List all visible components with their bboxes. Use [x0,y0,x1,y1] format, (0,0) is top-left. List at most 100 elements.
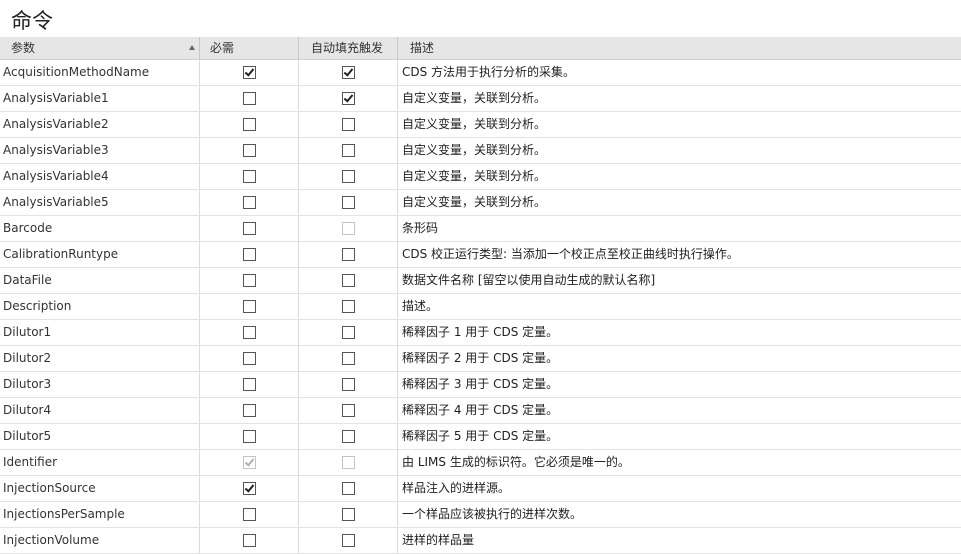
autofill-cell [299,502,398,527]
param-description: 一个样品应该被执行的进样次数。 [402,507,583,521]
param-name: AnalysisVariable1 [0,86,200,111]
param-name: AnalysisVariable4 [0,164,200,189]
column-header-param[interactable]: 参数 [0,37,200,59]
required-checkbox[interactable] [242,378,256,391]
required-cell [200,164,299,189]
autofill-checkbox[interactable] [341,248,355,261]
table-row[interactable]: AnalysisVariable1 自定义变量，关联到分析。 [0,86,961,112]
required-cell [200,424,299,449]
required-checkbox[interactable] [242,508,256,521]
param-name: AcquisitionMethodName [0,60,200,85]
autofill-cell [299,190,398,215]
param-description: CDS 校正运行类型: 当添加一个校正点至校正曲线时执行操作。 [402,247,739,261]
column-header-param-label: 参数 [11,41,36,55]
autofill-cell [299,138,398,163]
table-row[interactable]: Identifier 由 LIMS 生成的标识符。它必须是唯一的。 [0,450,961,476]
table-row[interactable]: Dilutor3 稀释因子 3 用于 CDS 定量。 [0,372,961,398]
autofill-checkbox[interactable] [341,430,355,443]
required-cell [200,450,299,475]
autofill-checkbox[interactable] [341,404,355,417]
required-checkbox[interactable] [242,118,256,131]
required-checkbox[interactable] [242,430,256,443]
table-body: AcquisitionMethodName CDS 方法用于执行分析的采集。 Ana… [0,60,961,554]
param-description: 样品注入的进样源。 [402,481,511,495]
required-cell [200,112,299,137]
table-row[interactable]: CalibrationRuntype CDS 校正运行类型: 当添加一个校正点至校… [0,242,961,268]
required-checkbox[interactable] [242,248,256,261]
autofill-cell [299,424,398,449]
param-name: Dilutor2 [0,346,200,371]
autofill-checkbox[interactable] [341,118,355,131]
table-row[interactable]: AnalysisVariable5 自定义变量，关联到分析。 [0,190,961,216]
column-header-description-label: 描述 [410,41,435,55]
table-row[interactable]: InjectionSource 样品注入的进样源。 [0,476,961,502]
param-name: Barcode [0,216,200,241]
table-row[interactable]: AnalysisVariable2 自定义变量，关联到分析。 [0,112,961,138]
required-cell [200,138,299,163]
autofill-checkbox[interactable] [341,482,355,495]
column-header-required[interactable]: 必需 [200,37,299,59]
table-row[interactable]: DataFile 数据文件名称 [留空以使用自动生成的默认名称] [0,268,961,294]
table-header: 参数 必需 自动填充触发 描述 [0,37,961,60]
required-checkbox[interactable] [242,326,256,339]
required-cell [200,398,299,423]
required-checkbox[interactable] [242,144,256,157]
autofill-checkbox[interactable] [341,144,355,157]
param-name: Dilutor4 [0,398,200,423]
param-name: CalibrationRuntype [0,242,200,267]
required-checkbox[interactable] [242,170,256,183]
autofill-checkbox[interactable] [341,274,355,287]
param-description: 由 LIMS 生成的标识符。它必须是唯一的。 [402,455,630,469]
required-checkbox[interactable] [242,404,256,417]
table-row[interactable]: Barcode 条形码 [0,216,961,242]
required-checkbox[interactable] [242,300,256,313]
page-title: 命令 [11,9,53,33]
required-cell [200,320,299,345]
table-row[interactable]: Dilutor4 稀释因子 4 用于 CDS 定量。 [0,398,961,424]
table-row[interactable]: AcquisitionMethodName CDS 方法用于执行分析的采集。 [0,60,961,86]
param-description: 描述。 [402,299,439,313]
column-header-autofill-label: 自动填充触发 [311,41,384,55]
required-cell [200,528,299,553]
required-checkbox[interactable] [242,274,256,287]
autofill-cell [299,528,398,553]
autofill-cell [299,476,398,501]
table-row[interactable]: AnalysisVariable4 自定义变量，关联到分析。 [0,164,961,190]
required-checkbox[interactable] [242,66,256,79]
required-checkbox[interactable] [242,534,256,547]
param-name: Dilutor3 [0,372,200,397]
autofill-checkbox[interactable] [341,378,355,391]
required-checkbox[interactable] [242,92,256,105]
table-row[interactable]: Dilutor5 稀释因子 5 用于 CDS 定量。 [0,424,961,450]
autofill-checkbox[interactable] [341,170,355,183]
required-checkbox[interactable] [242,352,256,365]
required-checkbox[interactable] [242,196,256,209]
required-checkbox [242,456,256,469]
table-row[interactable]: Dilutor2 稀释因子 2 用于 CDS 定量。 [0,346,961,372]
required-cell [200,190,299,215]
param-description: 自定义变量，关联到分析。 [402,91,547,105]
param-name: Dilutor5 [0,424,200,449]
autofill-cell [299,268,398,293]
table-row[interactable]: Dilutor1 稀释因子 1 用于 CDS 定量。 [0,320,961,346]
table-row[interactable]: Description 描述。 [0,294,961,320]
autofill-checkbox[interactable] [341,534,355,547]
autofill-checkbox[interactable] [341,196,355,209]
autofill-checkbox[interactable] [341,326,355,339]
column-header-autofill[interactable]: 自动填充触发 [299,37,398,59]
autofill-checkbox[interactable] [341,300,355,313]
autofill-cell [299,112,398,137]
autofill-cell [299,294,398,319]
required-checkbox[interactable] [242,482,256,495]
table-row[interactable]: InjectionVolume 进样的样品量 [0,528,961,554]
table-row[interactable]: InjectionsPerSample 一个样品应该被执行的进样次数。 [0,502,961,528]
autofill-checkbox[interactable] [341,92,355,105]
autofill-cell [299,60,398,85]
table-row[interactable]: AnalysisVariable3 自定义变量，关联到分析。 [0,138,961,164]
param-description: 稀释因子 5 用于 CDS 定量。 [402,429,559,443]
column-header-description[interactable]: 描述 [398,37,961,59]
autofill-checkbox[interactable] [341,66,355,79]
autofill-checkbox[interactable] [341,352,355,365]
required-checkbox[interactable] [242,222,256,235]
autofill-checkbox[interactable] [341,508,355,521]
